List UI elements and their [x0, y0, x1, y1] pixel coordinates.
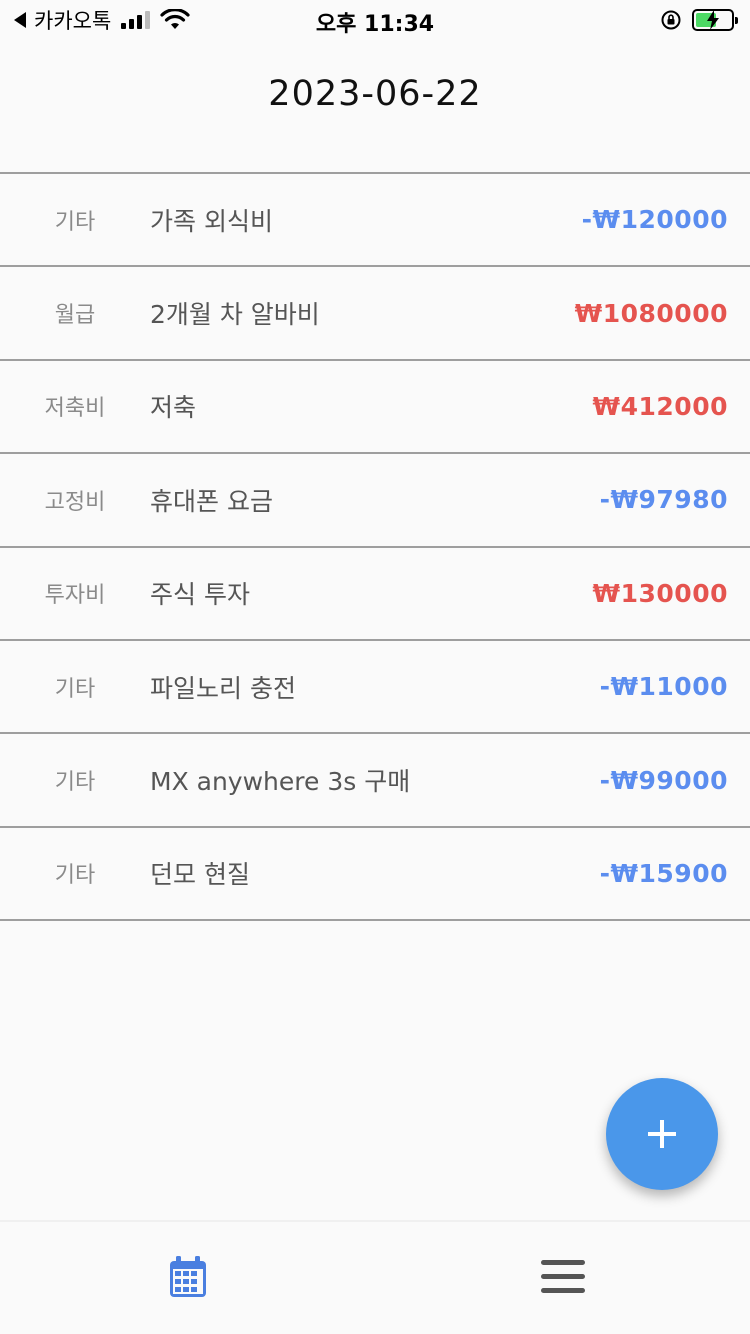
- menu-icon: [540, 1260, 585, 1293]
- amount-label: ₩412000: [592, 391, 728, 421]
- list-item[interactable]: 저축비 저축 ₩412000: [0, 360, 750, 455]
- description-label: 저축: [150, 393, 197, 423]
- category-label: 고정비: [44, 489, 106, 515]
- amount-label: ₩130000: [592, 578, 728, 608]
- amount-label: ₩1080000: [574, 298, 728, 328]
- description-label: 주식 투자: [150, 580, 250, 610]
- category-label: 월급: [54, 303, 96, 329]
- amount-label: -₩120000: [581, 205, 728, 235]
- page-title: 2023-06-22: [268, 74, 482, 114]
- status-bar-right: [660, 6, 738, 34]
- nav-item-calendar[interactable]: [0, 1222, 375, 1332]
- description-label: 휴대폰 요금: [150, 486, 273, 516]
- status-bar: 카카오톡 오후 11:34: [0, 0, 750, 40]
- category-label: 투자비: [44, 583, 106, 609]
- bottom-navigation: [0, 1220, 750, 1334]
- list-item[interactable]: 기타 가족 외식비 -₩120000: [0, 174, 750, 268]
- category-label: 저축비: [44, 396, 106, 422]
- battery-icon: [692, 9, 738, 31]
- list-item[interactable]: 고정비 휴대폰 요금 -₩97980: [0, 454, 750, 548]
- amount-label: -₩11000: [599, 672, 728, 702]
- list-item[interactable]: 기타 파일노리 충전 -₩11000: [0, 640, 750, 735]
- amount-label: -₩99000: [599, 765, 728, 795]
- transaction-list: 기타 가족 외식비 -₩120000 월급 2개월 차 알바비 ₩1080000…: [0, 172, 750, 922]
- nav-item-menu[interactable]: [375, 1222, 750, 1332]
- description-label: MX anywhere 3s 구매: [150, 767, 411, 797]
- list-item[interactable]: 월급 2개월 차 알바비 ₩1080000: [0, 267, 750, 361]
- description-label: 2개월 차 알바비: [150, 300, 320, 330]
- app-screen: 카카오톡 오후 11:34 2023-06-22 기타 가족 외식비 -₩120…: [0, 0, 750, 1334]
- category-label: 기타: [54, 676, 96, 702]
- amount-label: -₩97980: [599, 485, 728, 515]
- calendar-icon: [169, 1256, 206, 1297]
- category-label: 기타: [54, 770, 96, 796]
- orientation-lock-icon: [661, 10, 681, 30]
- add-transaction-button[interactable]: [606, 1078, 718, 1190]
- category-label: 기타: [54, 863, 96, 889]
- list-item[interactable]: 기타 던모 현질 -₩15900: [0, 827, 750, 922]
- description-label: 던모 현질: [150, 860, 250, 890]
- amount-label: -₩15900: [599, 858, 728, 888]
- description-label: 가족 외식비: [150, 206, 273, 236]
- list-item[interactable]: 투자비 주식 투자 ₩130000: [0, 547, 750, 641]
- category-label: 기타: [54, 209, 96, 235]
- description-label: 파일노리 충전: [150, 673, 296, 703]
- plus-icon: [648, 1120, 676, 1148]
- list-item[interactable]: 기타 MX anywhere 3s 구매 -₩99000: [0, 734, 750, 828]
- status-time: 오후 11:34: [315, 12, 435, 37]
